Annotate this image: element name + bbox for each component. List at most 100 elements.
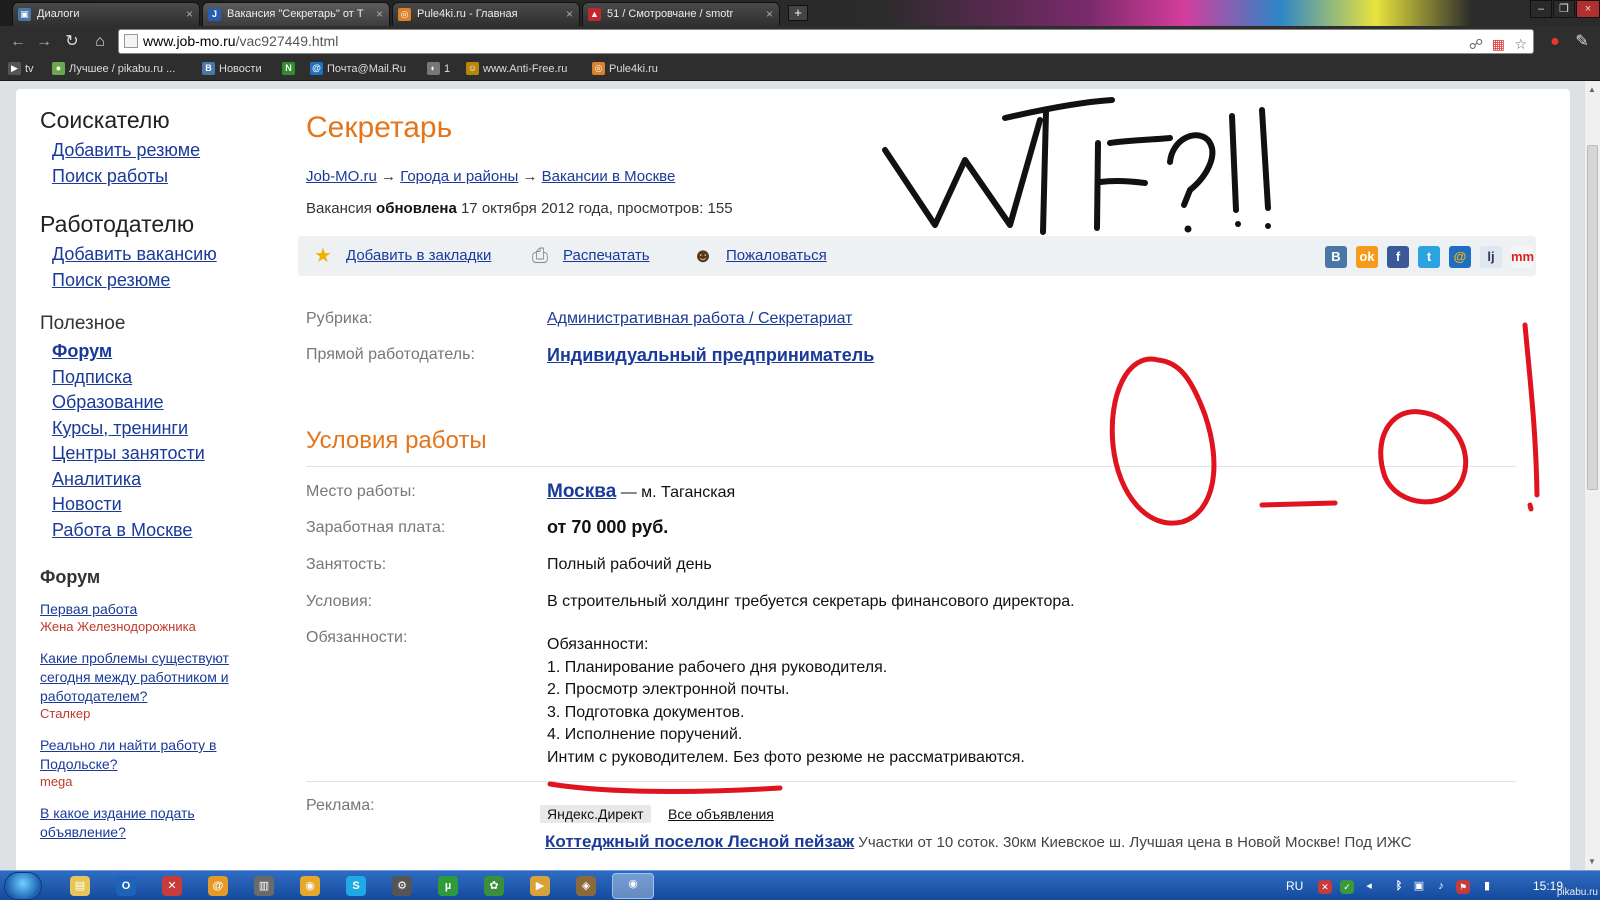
tray-speaker-icon[interactable]: ◂: [1362, 879, 1376, 893]
extension-icon[interactable]: ▦: [1492, 33, 1505, 56]
find-job-link[interactable]: Поиск работы: [52, 164, 270, 190]
livejournal-share-icon[interactable]: lj: [1480, 246, 1502, 268]
subscription-link[interactable]: Подписка: [52, 365, 270, 391]
all-ads-link[interactable]: Все объявления: [668, 806, 774, 822]
courses-link[interactable]: Курсы, тренинги: [52, 416, 270, 442]
forum-topic-link[interactable]: Реально ли найти работу в Подольске?: [40, 736, 270, 774]
app-icon[interactable]: ◈: [576, 876, 596, 896]
mail-agent-icon[interactable]: @: [208, 876, 228, 896]
tab-job-vacancy[interactable]: J Вакансия "Секретарь" от Т ×: [202, 2, 390, 26]
reload-icon[interactable]: ↻: [62, 32, 82, 52]
start-button[interactable]: [4, 872, 42, 900]
facebook-share-icon[interactable]: f: [1387, 246, 1409, 268]
bookmark-counter[interactable]: ◐ 1: [427, 62, 450, 76]
close-icon[interactable]: ×: [766, 3, 773, 25]
utorrent-icon[interactable]: µ: [438, 876, 458, 896]
scroll-up-icon[interactable]: ▲: [1588, 85, 1596, 94]
duties-line: 2. Просмотр электронной почты.: [547, 681, 790, 698]
home-icon[interactable]: ⌂: [90, 32, 110, 52]
explorer-icon[interactable]: ▤: [70, 876, 90, 896]
breadcrumb: Job-MO.ru → Города и районы → Вакансии в…: [306, 168, 675, 185]
seeker-heading: Соискателю: [40, 107, 170, 133]
language-indicator[interactable]: RU: [1286, 879, 1303, 893]
tray-shield-icon[interactable]: ✓: [1340, 880, 1354, 894]
network-icon[interactable]: ▣: [1412, 879, 1426, 893]
tab-pule4ki[interactable]: ◎ Pule4ki.ru - Главная ×: [392, 2, 580, 26]
forum-item: Реально ли найти работу в Подольске? meg…: [40, 736, 270, 790]
analytics-link[interactable]: Аналитика: [52, 467, 270, 493]
employer-link[interactable]: Индивидуальный предприниматель: [547, 345, 874, 365]
tray-antivirus-icon[interactable]: ✕: [1318, 880, 1332, 894]
moimir-share-icon[interactable]: mm: [1511, 246, 1534, 268]
address-bar[interactable]: www.job-mo.ru/vac927449.html ☍ ▦ ☆: [118, 29, 1534, 54]
city-link[interactable]: Москва: [547, 481, 616, 502]
add-resume-link[interactable]: Добавить резюме: [52, 138, 270, 164]
vertical-scrollbar[interactable]: ▲ ▼: [1584, 81, 1600, 870]
new-tab-button[interactable]: +: [788, 5, 808, 21]
window-close-button[interactable]: ×: [1576, 0, 1600, 18]
vkontakte-share-icon[interactable]: В: [1325, 246, 1347, 268]
complain-action[interactable]: ☻ Пожаловаться: [690, 245, 827, 267]
mailru-share-icon[interactable]: @: [1449, 246, 1471, 268]
complain-link[interactable]: Пожаловаться: [726, 247, 827, 264]
back-arrow-icon[interactable]: ←: [8, 32, 28, 52]
icq-icon[interactable]: ✿: [484, 876, 504, 896]
scroll-thumb[interactable]: [1587, 145, 1598, 490]
antivirus-icon[interactable]: ✕: [162, 876, 182, 896]
bluetooth-icon[interactable]: ᛒ: [1392, 879, 1406, 893]
scroll-down-icon[interactable]: ▼: [1588, 857, 1596, 866]
education-link[interactable]: Образование: [52, 390, 270, 416]
add-bookmark-action[interactable]: ★ Добавить в закладки: [310, 245, 491, 267]
close-icon[interactable]: ×: [186, 3, 193, 25]
add-bookmark-link[interactable]: Добавить в закладки: [346, 247, 491, 264]
signal-icon[interactable]: ▮: [1480, 879, 1494, 893]
forum-link[interactable]: Форум: [52, 339, 270, 365]
print-link[interactable]: Распечатать: [563, 247, 650, 264]
flag-icon[interactable]: ⚑: [1456, 880, 1470, 894]
bookmark-pule4ki[interactable]: ◎ Pule4ki.ru: [592, 62, 658, 76]
news-link[interactable]: Новости: [52, 492, 270, 518]
breadcrumb-moscow-link[interactable]: Вакансии в Москве: [542, 168, 676, 185]
close-icon[interactable]: ×: [566, 3, 573, 25]
lock-icon[interactable]: ☍: [1469, 33, 1483, 56]
forum-topic-link[interactable]: В какое издание подать объявление?: [40, 804, 270, 842]
skype-icon[interactable]: S: [346, 876, 366, 896]
employment-centers-link[interactable]: Центры занятости: [52, 441, 270, 467]
rubric-link[interactable]: Административная работа / Секретариат: [547, 310, 852, 327]
opera-icon[interactable]: O: [116, 876, 136, 896]
bookmark-pikabu[interactable]: ● Лучшее / pikabu.ru ...: [52, 62, 175, 76]
odnoklassniki-share-icon[interactable]: ok: [1356, 246, 1378, 268]
minimize-button[interactable]: –: [1530, 0, 1552, 18]
breadcrumb-cities-link[interactable]: Города и районы: [400, 168, 518, 185]
maximize-button[interactable]: ❐: [1553, 0, 1575, 18]
bookmark-news[interactable]: В Новости: [202, 62, 262, 76]
wrench-icon[interactable]: ✎: [1572, 32, 1592, 52]
windows-taskbar: ▤ O ✕ @ ▥ ◉ S ⚙ µ ✿ ▶ ◈ ◉ RU ✕ ✓ ◂ ᛒ ▣ ♪…: [0, 870, 1600, 900]
find-resume-link[interactable]: Поиск резюме: [52, 268, 270, 294]
adblock-icon[interactable]: ●: [1545, 32, 1565, 52]
media-player-icon[interactable]: ▶: [530, 876, 550, 896]
bookmark-mail[interactable]: @ Почта@Mail.Ru: [310, 62, 406, 76]
breadcrumb-home-link[interactable]: Job-MO.ru: [306, 168, 377, 185]
add-vacancy-link[interactable]: Добавить вакансию: [52, 242, 270, 268]
twitter-share-icon[interactable]: t: [1418, 246, 1440, 268]
bookmark-tv[interactable]: ▶ tv: [8, 62, 34, 76]
bookmark-label: www.Anti-Free.ru: [483, 63, 568, 75]
forum-topic-link[interactable]: Первая работа: [40, 600, 270, 619]
forward-arrow-icon[interactable]: →: [34, 32, 54, 52]
tab-smotr[interactable]: ▲ 51 / Смотровчане / smotr ×: [582, 2, 780, 26]
star-icon[interactable]: ☆: [1514, 33, 1527, 56]
archive-icon[interactable]: ▥: [254, 876, 274, 896]
tab-dialogs[interactable]: ▣ Диалоги ×: [12, 2, 200, 26]
chrome-active-task[interactable]: ◉: [612, 873, 654, 899]
volume-icon[interactable]: ♪: [1434, 879, 1448, 893]
close-icon[interactable]: ×: [376, 3, 383, 25]
forum-topic-link[interactable]: Какие проблемы существуют сегодня между …: [40, 649, 270, 706]
print-action[interactable]: ⎙ Распечатать: [527, 245, 650, 267]
chrome-pinned-icon[interactable]: ◉: [300, 876, 320, 896]
ad-title-link[interactable]: Коттеджный поселок Лесной пейзаж: [545, 832, 854, 851]
bookmark-antifree[interactable]: ☺ www.Anti-Free.ru: [466, 62, 567, 76]
moscow-jobs-link[interactable]: Работа в Москве: [52, 518, 270, 544]
tool-icon[interactable]: ⚙: [392, 876, 412, 896]
yandex-direct-badge[interactable]: Яндекс.Директ: [540, 805, 651, 823]
